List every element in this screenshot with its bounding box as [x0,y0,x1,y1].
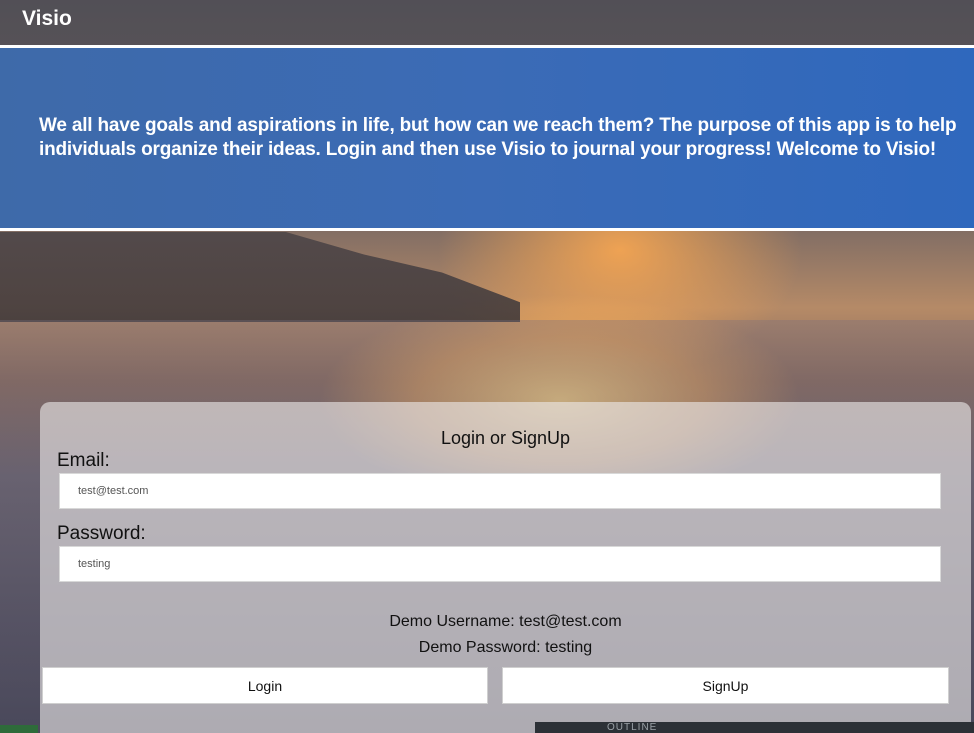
demo-username-text: Demo Username: test@test.com [389,613,622,630]
email-field[interactable] [59,473,941,509]
intro-text: We all have goals and aspirations in lif… [39,115,957,160]
footer-outline-text: OUTLINE [607,722,658,733]
demo-password-text: Demo Password: testing [418,639,593,656]
email-label: Email: [57,450,110,471]
signup-button[interactable]: SignUp [502,667,949,704]
brand-title[interactable]: Visio [22,7,72,31]
divider-bottom [0,228,974,231]
login-title: Login or SignUp [440,428,571,448]
login-button[interactable]: Login [42,667,488,704]
intro-banner: We all have goals and aspirations in lif… [0,48,974,228]
footer-strip: OUTLINE [535,722,974,733]
top-header: Visio [0,0,974,46]
background-cliff [0,232,520,322]
password-field[interactable] [59,546,941,582]
password-label: Password: [57,523,146,544]
background-corner [0,725,38,733]
login-card: Login or SignUp Email: Password: Demo Us… [40,402,971,733]
